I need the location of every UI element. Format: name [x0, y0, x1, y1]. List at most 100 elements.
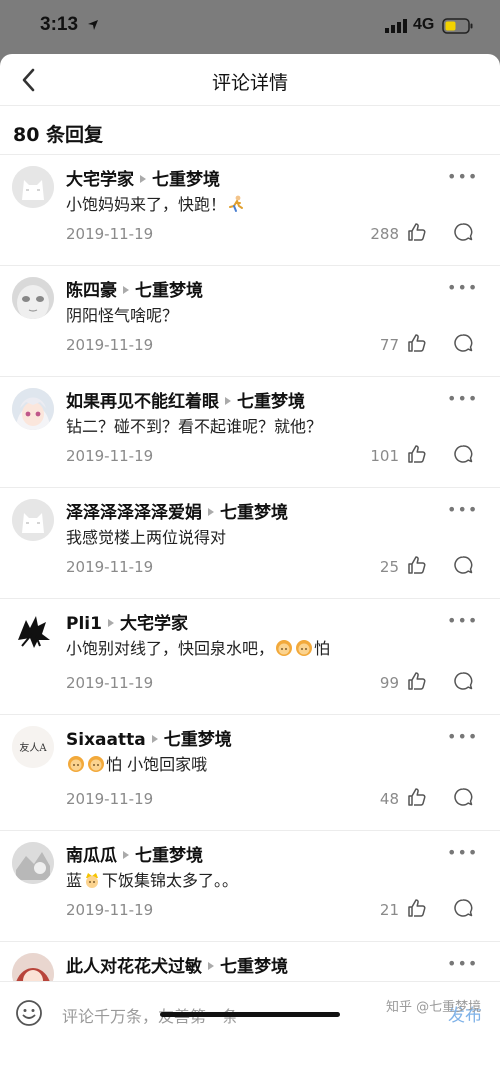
more-icon[interactable]: •••	[447, 389, 478, 408]
comment-text: 怕 小饱回家哦	[66, 751, 207, 775]
reply-to-arrow-icon	[225, 397, 231, 405]
avatar-text: 友人A	[19, 741, 47, 754]
author-name[interactable]: 南瓜瓜	[66, 846, 117, 866]
face-avatar-icon	[12, 277, 54, 319]
more-icon[interactable]: •••	[447, 954, 478, 973]
comment-author[interactable]: 南瓜瓜 七重梦境	[66, 841, 203, 866]
like-icon[interactable]	[406, 332, 428, 354]
comment-text: 阴阳怪气啥呢？	[66, 306, 179, 325]
reply-icon[interactable]	[452, 332, 474, 354]
reply-icon[interactable]	[452, 443, 474, 465]
reply-to-arrow-icon	[140, 175, 146, 183]
comment-date: 2019-11-19	[66, 225, 154, 243]
author-name[interactable]: 如果再见不能红着眼	[66, 392, 219, 412]
status-time: 3:13	[40, 14, 79, 35]
like-icon[interactable]	[406, 897, 428, 919]
avatar[interactable]	[12, 499, 54, 541]
cat-avatar-icon	[12, 166, 54, 208]
more-icon[interactable]: •••	[447, 500, 478, 519]
reply-icon[interactable]	[452, 221, 474, 243]
more-icon[interactable]: •••	[447, 278, 478, 297]
person-emoji-icon	[276, 640, 293, 656]
comment-author[interactable]: Sixaatta 七重梦境	[66, 725, 232, 750]
reply-to-name[interactable]: 大宅学家	[120, 614, 188, 634]
reply-to-name[interactable]: 七重梦境	[237, 392, 305, 412]
reply-to-name[interactable]: 七重梦境	[135, 281, 203, 301]
location-arrow-icon	[88, 20, 98, 30]
person-emoji-icon	[88, 756, 104, 772]
red-hair-avatar-icon	[12, 953, 54, 981]
comment-author[interactable]: Pli1 大宅学家	[66, 609, 188, 634]
reply-to-name[interactable]: 七重梦境	[152, 170, 220, 190]
more-icon[interactable]: •••	[447, 843, 478, 862]
author-name[interactable]: 大宅学家	[66, 170, 134, 190]
author-name[interactable]: Pli1	[66, 614, 102, 634]
ink-avatar-icon	[12, 610, 54, 652]
avatar[interactable]	[12, 953, 54, 981]
avatar[interactable]	[12, 277, 54, 319]
battery-icon	[442, 18, 473, 34]
author-name[interactable]: 陈四豪	[66, 281, 117, 301]
comment-list: 大宅学家 七重梦境 ••• 小饱妈妈来了，快跑！ 2019-11-19 288 陈…	[0, 155, 500, 981]
author-name[interactable]: 此人对花花犬过敏	[66, 957, 202, 977]
reply-icon[interactable]	[452, 786, 474, 808]
comment-item: 泽泽泽泽泽泽爱娟 七重梦境 ••• 我感觉楼上两位说得对 2019-11-19 2…	[0, 488, 500, 599]
comment-author[interactable]: 此人对花花犬过敏 七重梦境	[66, 952, 288, 977]
comment-author[interactable]: 陈四豪 七重梦境	[66, 276, 203, 301]
comment-text: 蓝下饭集锦太多了。。	[66, 867, 238, 891]
more-icon[interactable]: •••	[447, 611, 478, 630]
comment-author[interactable]: 泽泽泽泽泽泽爱娟 七重梦境	[66, 498, 288, 523]
comment-item: 如果再见不能红着眼 七重梦境 ••• 钻二？碰不到？看不起谁呢？就他？ 2019-…	[0, 377, 500, 488]
comment-text: 小饱别对线了，快回泉水吧， 怕	[66, 635, 330, 659]
like-count: 25	[379, 558, 399, 576]
home-indicator[interactable]	[160, 1012, 340, 1017]
avatar[interactable]: 友人A	[12, 726, 54, 768]
comment-sheet: 评论详情 80 条回复 大宅学家 七重梦境 ••• 小饱妈妈来了，快跑！ 2019…	[0, 54, 500, 1082]
comment-body: 怕 小饱回家哦	[106, 755, 208, 774]
more-icon[interactable]: •••	[447, 727, 478, 746]
like-count: 21	[379, 901, 399, 919]
comment-author[interactable]: 如果再见不能红着眼 七重梦境	[66, 387, 305, 412]
reply-to-name[interactable]: 七重梦境	[220, 503, 288, 523]
like-count: 48	[379, 790, 399, 808]
comment-item: 大宅学家 七重梦境 ••• 小饱妈妈来了，快跑！ 2019-11-19 288	[0, 155, 500, 266]
reply-to-name[interactable]: 七重梦境	[135, 846, 203, 866]
page-title: 评论详情	[211, 72, 288, 94]
cat-avatar-icon	[12, 499, 54, 541]
comment-body-tail: 怕	[314, 639, 331, 658]
comment-author[interactable]: 大宅学家 七重梦境	[66, 165, 220, 190]
reply-to-name[interactable]: 七重梦境	[220, 957, 288, 977]
like-icon[interactable]	[406, 786, 428, 808]
comment-item: 陈四豪 七重梦境 ••• 阴阳怪气啥呢？ 2019-11-19 77	[0, 266, 500, 377]
reply-to-name[interactable]: 七重梦境	[164, 730, 232, 750]
like-icon[interactable]	[406, 670, 428, 692]
avatar[interactable]	[12, 166, 54, 208]
reply-to-arrow-icon	[151, 735, 158, 743]
comment-item: 南瓜瓜 七重梦境 ••• 蓝下饭集锦太多了。。 2019-11-19 21	[0, 831, 500, 942]
author-name[interactable]: 泽泽泽泽泽泽爱娟	[66, 503, 202, 523]
comment-date: 2019-11-19	[66, 674, 154, 692]
network-type: 4G	[413, 16, 435, 33]
avatar[interactable]	[12, 388, 54, 430]
like-count: 288	[370, 225, 399, 243]
author-name[interactable]: Sixaatta	[66, 730, 146, 750]
comment-body: 小饱别对线了，快回泉水吧，	[66, 639, 275, 658]
like-icon[interactable]	[406, 221, 428, 243]
like-icon[interactable]	[406, 443, 428, 465]
reply-icon[interactable]	[452, 897, 474, 919]
comment-text: 钻二？碰不到？看不起谁呢？就他？	[66, 417, 323, 436]
person-emoji-icon	[296, 640, 313, 656]
comment-body: 小饱妈妈来了，快跑！	[66, 195, 227, 214]
reply-icon[interactable]	[452, 670, 474, 692]
comment-date: 2019-11-19	[66, 447, 154, 465]
comment-date: 2019-11-19	[66, 901, 154, 919]
avatar[interactable]	[12, 610, 54, 652]
like-icon[interactable]	[406, 554, 428, 576]
reply-to-arrow-icon	[208, 508, 214, 516]
reply-icon[interactable]	[452, 554, 474, 576]
avatar[interactable]	[12, 842, 54, 884]
like-count: 77	[379, 336, 399, 354]
reply-to-arrow-icon	[123, 851, 129, 859]
emoji-smiley-icon[interactable]	[15, 999, 43, 1027]
more-icon[interactable]: •••	[447, 167, 478, 186]
